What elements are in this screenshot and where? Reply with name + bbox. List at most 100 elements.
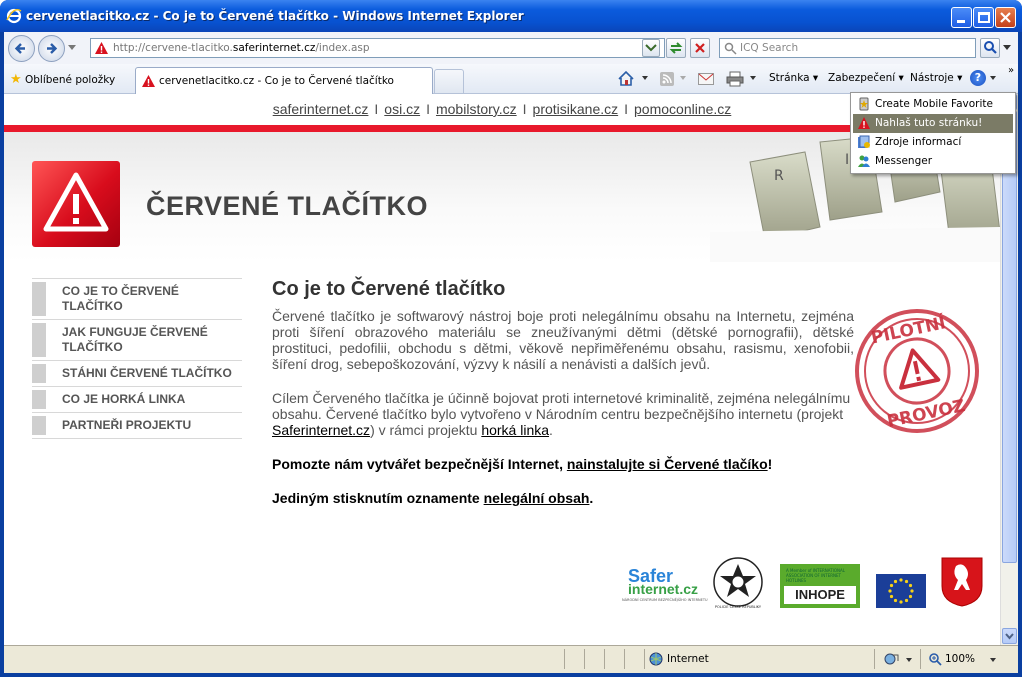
inhope-logo[interactable]: A Member of INTERNATIONAL ASSOCIATION OF… bbox=[780, 564, 860, 608]
history-dropdown-icon[interactable] bbox=[68, 45, 76, 51]
back-arrow-icon bbox=[14, 43, 25, 54]
link-osi[interactable]: osi.cz bbox=[384, 101, 420, 117]
search-input[interactable]: ICQ Search bbox=[740, 42, 798, 54]
forward-button[interactable] bbox=[38, 35, 65, 62]
sidebar-item-co-je[interactable]: CO JE TO ČERVENÉ TLAČÍTKO bbox=[32, 278, 242, 319]
illegal-content-link[interactable]: nelegální obsah bbox=[484, 490, 590, 506]
help-icon[interactable]: ? bbox=[970, 70, 986, 86]
new-tab-button[interactable] bbox=[434, 69, 464, 94]
stop-icon bbox=[695, 43, 705, 53]
back-button[interactable] bbox=[8, 35, 35, 62]
intro-paragraph: Červené tlačítko je softwarový nástroj b… bbox=[272, 308, 854, 372]
maximize-icon bbox=[978, 12, 990, 23]
favorites-button[interactable]: ★ Oblíbené položky bbox=[10, 72, 115, 87]
command-bar: ★ Oblíbené položky cervenetlacitko.cz - … bbox=[4, 64, 1018, 94]
scroll-down-button[interactable] bbox=[1002, 628, 1017, 644]
link-saferinternet[interactable]: saferinternet.cz bbox=[273, 101, 369, 117]
menu-item-create-mobile-favorite[interactable]: Create Mobile Favorite bbox=[853, 95, 1013, 114]
messenger-icon bbox=[858, 155, 870, 167]
browser-tab-active[interactable]: cervenetlacitko.cz - Co je to Červené tl… bbox=[135, 67, 433, 94]
page-heading: Co je to Červené tlačítko bbox=[272, 278, 506, 300]
eu-flag-logo[interactable] bbox=[876, 574, 926, 608]
favorites-label: Oblíbené položky bbox=[25, 74, 116, 86]
sidebar-item-horka-linka[interactable]: CO JE HORKÁ LINKA bbox=[32, 386, 242, 412]
horka-linka-link[interactable]: horká linka bbox=[481, 422, 549, 438]
home-icon[interactable] bbox=[618, 71, 634, 86]
status-bar: Internet 100% bbox=[4, 645, 1018, 673]
zoom-level[interactable]: 100% bbox=[945, 653, 975, 665]
info-sources-icon bbox=[858, 135, 870, 148]
help-dropdown-icon[interactable] bbox=[990, 76, 996, 80]
stop-button[interactable] bbox=[690, 38, 710, 58]
sidebar-item-partneri[interactable]: PARTNEŘI PROJEKTU bbox=[32, 412, 242, 439]
report-warning-icon bbox=[858, 117, 870, 129]
site-favicon-icon bbox=[95, 42, 108, 54]
feeds-dropdown-icon[interactable] bbox=[680, 76, 686, 80]
link-mobilstory[interactable]: mobilstory.cz bbox=[436, 101, 517, 117]
tools-menu[interactable]: Nástroje ▾ bbox=[910, 72, 962, 84]
install-link[interactable]: nainstalujte si Červené tlačíko bbox=[567, 456, 768, 472]
zoom-dropdown-icon[interactable] bbox=[990, 658, 996, 662]
police-logo[interactable]: POLICIE ČESKÉ REPUBLIKY bbox=[712, 554, 764, 610]
menu-item-report-page[interactable]: Nahlaš tuto stránku! bbox=[853, 114, 1013, 133]
help-paragraph: Pomozte nám vytvářet bezpečnější Interne… bbox=[272, 456, 773, 472]
scroll-thumb[interactable] bbox=[1002, 111, 1017, 563]
goal-paragraph: Cílem Červeného tlačítka je účinně bojov… bbox=[272, 390, 851, 438]
zoom-icon bbox=[929, 653, 942, 666]
navigation-bar: http://cervene-tlacitko.saferinternet.cz… bbox=[4, 32, 1018, 64]
chevron-down-icon bbox=[645, 44, 657, 52]
protected-mode-icon[interactable] bbox=[884, 652, 900, 666]
refresh-icon bbox=[669, 42, 683, 54]
magnifier-icon bbox=[984, 41, 997, 54]
sidebar-item-jak-funguje[interactable]: JAK FUNGUJE ČERVENÉ TLAČÍTKO bbox=[32, 319, 242, 360]
url-text: http://cervene-tlacitko.saferinternet.cz… bbox=[113, 42, 370, 54]
sidebar-item-stahni[interactable]: STÁHNI ČERVENÉ TLAČÍTKO bbox=[32, 360, 242, 386]
home-dropdown-icon[interactable] bbox=[642, 76, 648, 80]
print-icon[interactable] bbox=[726, 71, 744, 87]
svg-text:POLICIE ČESKÉ REPUBLIKY: POLICIE ČESKÉ REPUBLIKY bbox=[715, 604, 762, 609]
sidebar-nav: CO JE TO ČERVENÉ TLAČÍTKO JAK FUNGUJE ČE… bbox=[32, 278, 242, 439]
saferinternet-link[interactable]: Saferinternet.cz bbox=[272, 422, 370, 438]
toolbar-dropdown-menu: Create Mobile Favorite Nahlaš tuto strán… bbox=[850, 92, 1016, 174]
browser-window: cervenetlacitko.cz - Co je to Červené tl… bbox=[0, 0, 1022, 677]
svg-text:PILOTNÍ: PILOTNÍ bbox=[869, 311, 948, 348]
svg-text:R: R bbox=[774, 168, 784, 184]
ie-logo-icon bbox=[6, 8, 22, 24]
vertical-scrollbar[interactable] bbox=[1000, 94, 1018, 645]
protected-mode-dropdown-icon[interactable] bbox=[906, 658, 912, 662]
address-bar[interactable]: http://cervene-tlacitko.saferinternet.cz… bbox=[90, 38, 665, 58]
title-bar[interactable]: cervenetlacitko.cz - Co je to Červené tl… bbox=[0, 0, 1022, 32]
feeds-icon[interactable] bbox=[660, 72, 674, 86]
search-provider-icon bbox=[724, 42, 737, 55]
search-options-icon[interactable] bbox=[1003, 45, 1011, 51]
minimize-button[interactable] bbox=[951, 7, 972, 28]
close-button[interactable] bbox=[995, 7, 1016, 28]
czech-coat-of-arms-logo[interactable] bbox=[940, 556, 984, 608]
saferinternet-logo[interactable]: Safer internet.cz NÁRODNÍ CENTRUM BEZPEČ… bbox=[618, 554, 708, 610]
report-paragraph: Jediným stisknutím oznamente nelegální o… bbox=[272, 490, 594, 506]
security-menu[interactable]: Zabezpečení ▾ bbox=[828, 72, 904, 84]
red-button-logo[interactable] bbox=[32, 161, 120, 247]
refresh-button[interactable] bbox=[666, 38, 686, 58]
forward-arrow-icon bbox=[47, 43, 58, 54]
toolbar-chevron-icon[interactable]: » bbox=[1004, 64, 1018, 82]
site-title: ČERVENÉ TLAČÍTKO bbox=[146, 191, 429, 221]
link-protisikane[interactable]: protisikane.cz bbox=[533, 101, 619, 117]
close-icon bbox=[1000, 12, 1011, 23]
mail-icon[interactable] bbox=[698, 73, 714, 85]
maximize-button[interactable] bbox=[973, 7, 994, 28]
search-button[interactable] bbox=[980, 38, 1000, 58]
link-pomoconline[interactable]: pomoconline.cz bbox=[634, 101, 731, 117]
tab-favicon-icon bbox=[142, 75, 155, 87]
search-box[interactable]: ICQ Search bbox=[719, 38, 976, 58]
address-dropdown-button[interactable] bbox=[642, 39, 660, 57]
svg-text:I: I bbox=[845, 152, 849, 168]
page-menu[interactable]: Stránka ▾ bbox=[769, 72, 818, 84]
security-zone-label: Internet bbox=[667, 653, 709, 665]
menu-item-messenger[interactable]: Messenger bbox=[853, 152, 1013, 171]
print-dropdown-icon[interactable] bbox=[750, 76, 756, 80]
star-icon: ★ bbox=[10, 72, 22, 87]
menu-item-information-sources[interactable]: Zdroje informací bbox=[853, 133, 1013, 152]
globe-icon bbox=[649, 652, 663, 666]
tab-title: cervenetlacitko.cz - Co je to Červené tl… bbox=[159, 75, 394, 87]
